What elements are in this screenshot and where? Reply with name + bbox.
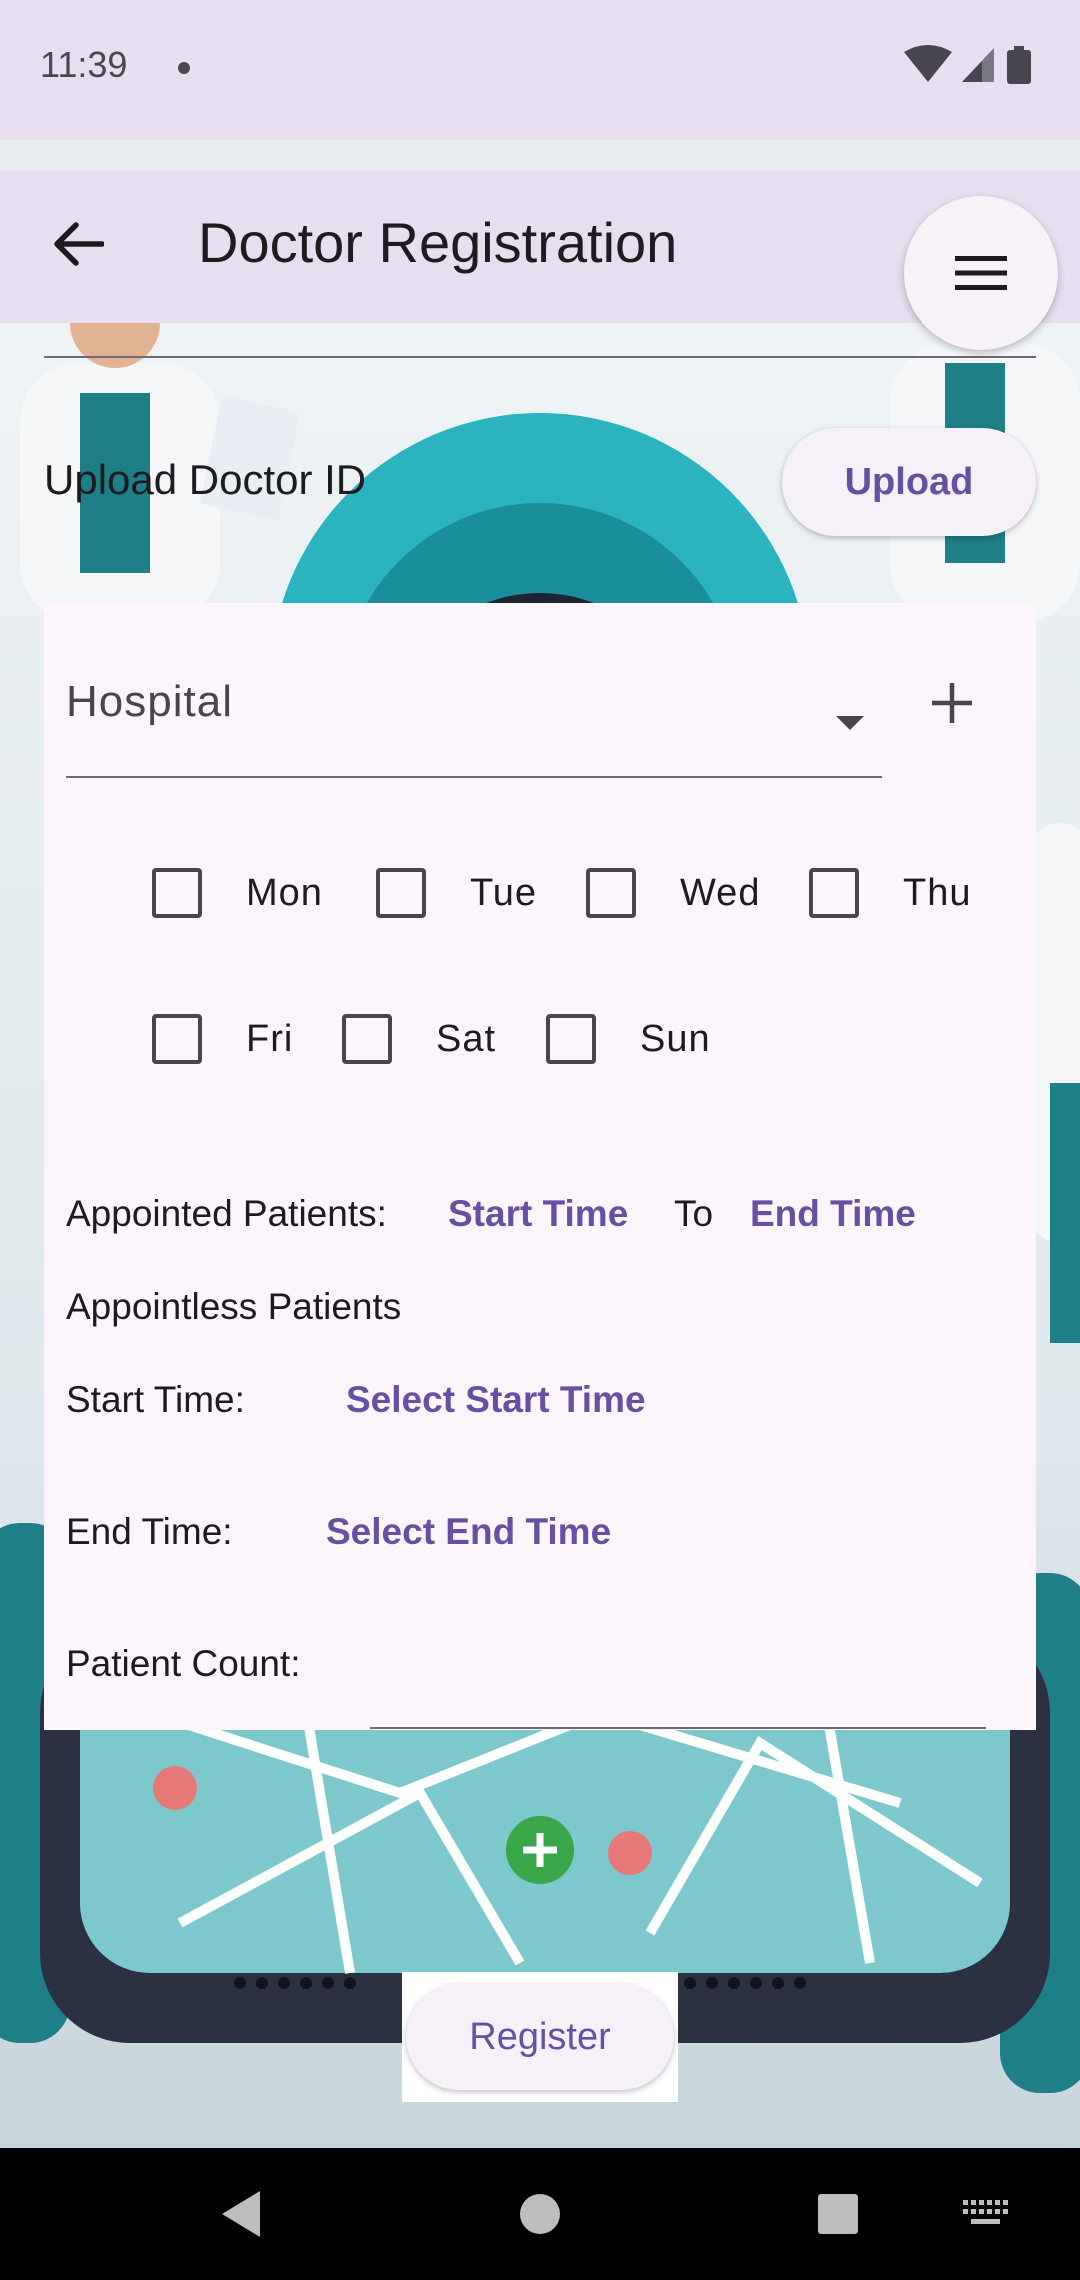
status-time: 11:39 <box>40 44 128 85</box>
patient-count-label: Patient Count: <box>66 1643 301 1684</box>
day-label: Sun <box>640 1017 711 1060</box>
circle-home-icon <box>520 2194 560 2234</box>
start-time-label: Start Time: <box>66 1379 245 1420</box>
to-label: To <box>674 1193 714 1234</box>
day-label: Sat <box>436 1017 497 1060</box>
appointed-end-time-button[interactable]: End Time <box>750 1193 916 1235</box>
patient-count-input[interactable] <box>370 1727 986 1729</box>
checkbox[interactable] <box>152 1014 202 1064</box>
wifi-icon <box>904 45 952 82</box>
nav-home-button[interactable] <box>504 2178 576 2250</box>
previous-field-underline[interactable] <box>44 356 1036 358</box>
triangle-back-icon <box>222 2191 260 2237</box>
select-end-time-button[interactable]: Select End Time <box>326 1511 611 1553</box>
plus-icon <box>932 683 972 723</box>
day-checkbox-fri[interactable]: Fri <box>152 1009 293 1069</box>
nav-recents-button[interactable] <box>802 2178 874 2250</box>
menu-button[interactable] <box>904 196 1058 350</box>
checkbox[interactable] <box>342 1014 392 1064</box>
status-bar: 11:39 <box>0 0 1080 140</box>
day-label: Fri <box>246 1017 294 1060</box>
upload-button[interactable]: Upload <box>782 428 1036 536</box>
upload-doctor-id-label: Upload Doctor ID <box>44 456 367 503</box>
keyboard-icon <box>963 2200 1008 2224</box>
end-time-label: End Time: <box>66 1511 233 1552</box>
nav-back-button[interactable] <box>204 2178 276 2250</box>
system-nav-bar <box>0 2148 1080 2280</box>
checkbox[interactable] <box>152 868 202 918</box>
register-container: Register <box>402 1972 678 2102</box>
status-icons <box>904 45 1031 84</box>
day-checkbox-sun[interactable]: Sun <box>546 1009 711 1069</box>
arrow-back-icon <box>54 222 104 266</box>
day-label: Tue <box>470 871 538 914</box>
day-checkbox-thu[interactable]: Thu <box>809 863 971 923</box>
day-checkbox-tue[interactable]: Tue <box>376 863 537 923</box>
select-start-time-button[interactable]: Select Start Time <box>346 1379 646 1421</box>
day-checkbox-mon[interactable]: Mon <box>152 863 323 923</box>
appointed-start-time-button[interactable]: Start Time <box>448 1193 628 1235</box>
appointless-patients-heading: Appointless Patients <box>66 1286 402 1327</box>
day-label: Thu <box>903 871 972 914</box>
hospital-dropdown-label: Hospital <box>66 677 233 726</box>
hamburger-menu-icon <box>955 256 1007 290</box>
day-label: Mon <box>246 871 323 914</box>
register-button[interactable]: Register <box>406 1984 674 2090</box>
battery-icon <box>1007 46 1031 84</box>
checkbox[interactable] <box>809 868 859 918</box>
checkbox[interactable] <box>586 868 636 918</box>
hospital-dropdown[interactable]: Hospital <box>66 603 882 778</box>
day-checkbox-wed[interactable]: Wed <box>586 863 760 923</box>
appointed-patients-label: Appointed Patients: <box>66 1193 387 1234</box>
page-title: Doctor Registration <box>198 211 678 274</box>
day-checkbox-sat[interactable]: Sat <box>342 1009 496 1069</box>
square-recents-icon <box>818 2194 858 2234</box>
day-label: Wed <box>680 871 761 914</box>
schedule-card: Hospital Mon Tue Wed Thu Fri Sat Sun App… <box>44 603 1036 1730</box>
checkbox[interactable] <box>376 868 426 918</box>
dropdown-arrow-icon <box>836 716 864 730</box>
back-button[interactable] <box>40 206 116 282</box>
add-hospital-button[interactable] <box>922 673 982 733</box>
notification-dot-icon <box>178 62 190 74</box>
checkbox[interactable] <box>546 1014 596 1064</box>
nav-keyboard-button[interactable] <box>950 2178 1022 2250</box>
